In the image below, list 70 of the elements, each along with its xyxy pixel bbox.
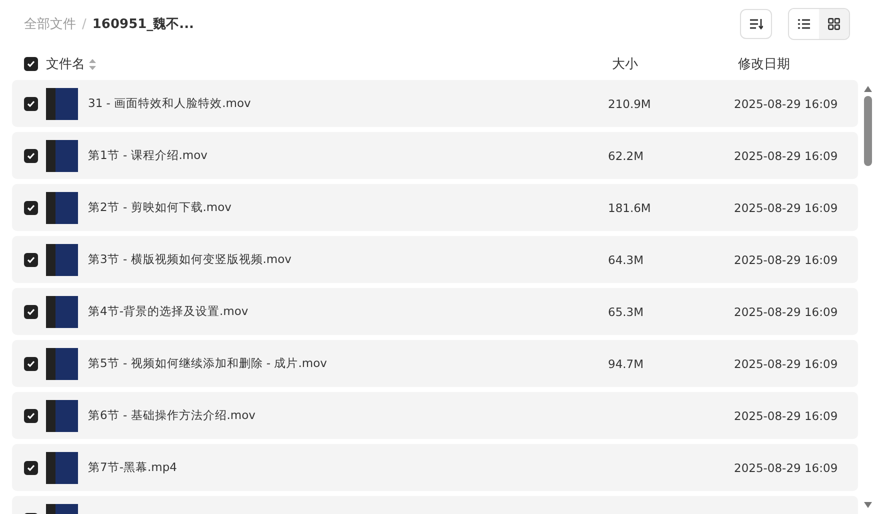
checkmark-icon: [26, 306, 36, 316]
video-thumbnail: [46, 400, 78, 432]
select-all-checkbox[interactable]: [24, 57, 38, 71]
row-checkbox[interactable]: [24, 200, 38, 214]
checkmark-icon: [26, 410, 36, 420]
sort-arrows-icon: [89, 58, 96, 70]
list-icon: [798, 19, 810, 29]
file-row[interactable]: 31 - 画面特效和人脸特效.mov 210.9M 2025-08-29 16:09: [12, 80, 858, 127]
file-size: 62.2M: [608, 148, 644, 162]
scroll-up-icon: [864, 86, 872, 92]
grid-icon: [828, 18, 840, 30]
file-name: 第5节 - 视频如何继续添加和删除 - 成片.mov: [88, 356, 327, 370]
file-row[interactable]: 第2节 - 剪映如何下载.mov 181.6M 2025-08-29 16:09: [12, 184, 858, 231]
file-name: 31 - 画面特效和人脸特效.mov: [88, 96, 251, 110]
file-size: 94.7M: [608, 356, 644, 370]
modified-date: 2025-08-29 16:09: [734, 408, 838, 422]
row-checkbox[interactable]: [24, 96, 38, 110]
file-name: 第7节-黑幕.mp4: [88, 460, 177, 474]
file-row[interactable]: 第4节-背景的选择及设置.mov 65.3M 2025-08-29 16:09: [12, 288, 858, 335]
checkmark-icon: [26, 150, 36, 160]
file-size: 181.6M: [608, 200, 651, 214]
row-checkbox[interactable]: [24, 148, 38, 162]
column-header[interactable]: 文件名: [46, 55, 85, 73]
file-name: 第3节 - 横版视频如何变竖版视频.mov: [88, 252, 292, 266]
file-name: 第6节 - 基础操作方法介绍.mov: [88, 408, 256, 422]
row-checkbox[interactable]: [24, 304, 38, 318]
sort-button[interactable]: [740, 9, 772, 39]
modified-date: 2025-08-29 16:09: [734, 460, 838, 474]
file-row[interactable]: 第3节 - 横版视频如何变竖版视频.mov 64.3M 2025-08-29 16:09: [12, 236, 858, 283]
file-row[interactable]: 第6节 - 基础操作方法介绍.mov 2025-08-29 16:09: [12, 392, 858, 439]
file-name: 第2节 - 剪映如何下载.mov: [88, 200, 232, 214]
row-checkbox[interactable]: [24, 460, 38, 474]
checkmark-icon: [26, 462, 36, 472]
file-name: 第1节 - 课程介绍.mov: [88, 148, 208, 162]
file-row[interactable]: 第1节 - 课程介绍.mov 62.2M 2025-08-29 16:09: [12, 132, 858, 179]
checkmark-icon: [26, 254, 36, 264]
row-checkbox[interactable]: [24, 408, 38, 422]
file-row[interactable]: 第5节 - 视频如何继续添加和删除 - 成片.mov 94.7M 2025-08-29 16:09: [12, 340, 858, 387]
file-name: 第4节-背景的选择及设置.mov: [88, 304, 248, 318]
checkmark-icon: [26, 358, 36, 368]
video-thumbnail: [46, 244, 78, 276]
video-thumbnail: [46, 348, 78, 380]
video-thumbnail: [46, 452, 78, 484]
modified-date: 2025-08-29 16:09: [734, 148, 838, 162]
grid-view-button[interactable]: [819, 9, 849, 39]
video-thumbnail: [46, 192, 78, 224]
modified-date: 2025-08-29 16:09: [734, 356, 838, 370]
sort-icon: [749, 18, 763, 30]
checkmark-icon: [26, 202, 36, 212]
modified-date: 2025-08-29 16:09: [734, 252, 838, 266]
modified-date: 2025-08-29 16:09: [734, 96, 838, 110]
video-thumbnail: [46, 88, 78, 120]
scroll-down-icon: [864, 502, 872, 508]
video-thumbnail: [46, 296, 78, 328]
file-row[interactable]: 第7节-黑幕.mp4 2025-08-29 16:09: [12, 444, 858, 491]
file-size: 64.3M: [608, 252, 644, 266]
scrollbar-thumb[interactable]: [864, 96, 872, 166]
checkmark-icon: [26, 98, 36, 108]
row-checkbox[interactable]: [24, 252, 38, 266]
breadcrumb-item: 160951_魏不...: [92, 16, 194, 33]
checkmark-icon: [26, 59, 36, 69]
column-header: 修改日期: [738, 56, 791, 73]
modified-date: 2025-08-29 16:09: [734, 200, 838, 214]
breadcrumb-separator: /: [82, 16, 86, 32]
row-checkbox[interactable]: [24, 356, 38, 370]
modified-date: 2025-08-29 16:09: [734, 304, 838, 318]
column-header: 大小: [612, 56, 639, 73]
video-thumbnail: [46, 140, 78, 172]
file-size: 210.9M: [608, 96, 651, 110]
file-size: 65.3M: [608, 304, 644, 318]
